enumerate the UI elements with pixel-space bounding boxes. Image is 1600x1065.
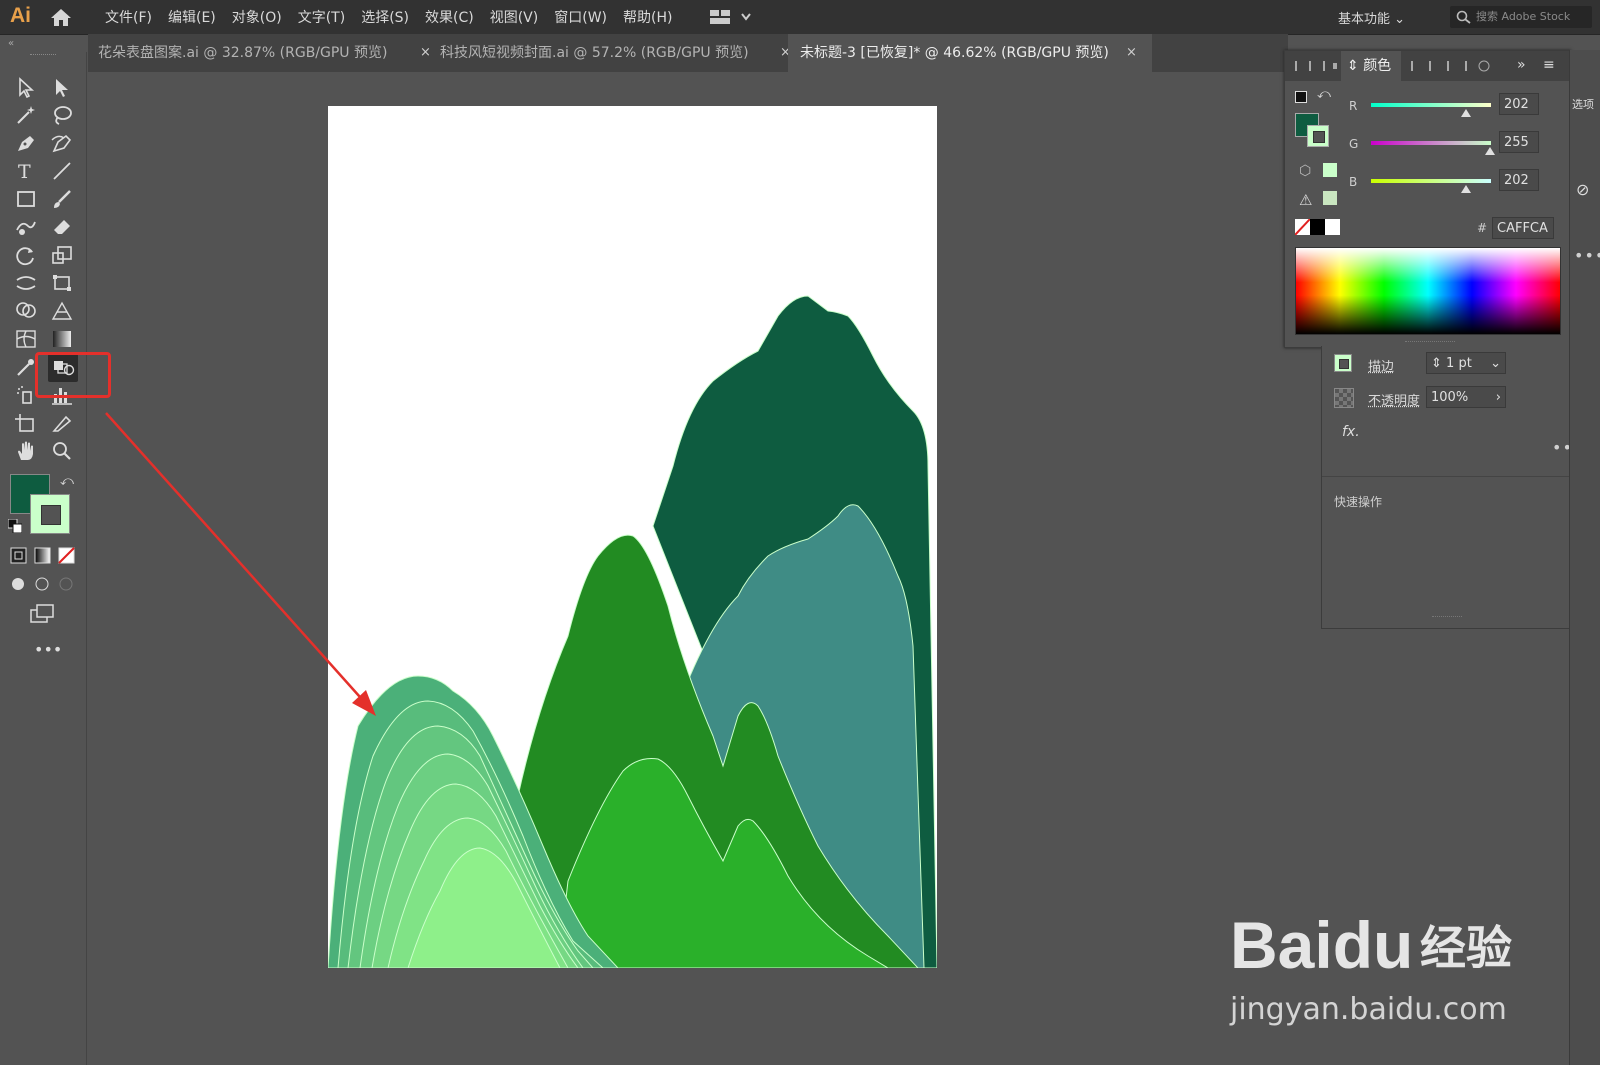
b-label: B bbox=[1349, 175, 1358, 189]
opacity-icon bbox=[1334, 388, 1354, 408]
watermark: Baidu 经验 jingyan.baidu.com bbox=[1230, 888, 1560, 1038]
stepper-icon[interactable]: ⇕ bbox=[1431, 356, 1442, 371]
panel-resize-grip[interactable] bbox=[1432, 616, 1462, 617]
stroke-label[interactable]: 描边 bbox=[1368, 356, 1394, 375]
watermark-url: jingyan.baidu.com bbox=[1230, 992, 1507, 1027]
color-spectrum[interactable] bbox=[1295, 247, 1561, 335]
hex-prefix: # bbox=[1477, 221, 1488, 235]
panel-menu-icon[interactable]: ≡ bbox=[1543, 57, 1555, 73]
none-black-white-swatches[interactable] bbox=[1294, 218, 1341, 236]
default-fill-stroke-icon[interactable] bbox=[1295, 91, 1307, 103]
panel-expand-icon[interactable]: » bbox=[1517, 57, 1526, 73]
g-label: G bbox=[1349, 137, 1359, 151]
panel-stroke-swatch[interactable] bbox=[1307, 125, 1329, 147]
svg-text:Baidu: Baidu bbox=[1230, 908, 1413, 982]
panel-tab-strip: ⇕ 颜色 » ≡ bbox=[1285, 51, 1570, 81]
swap-icon[interactable]: ⤺ bbox=[1317, 87, 1331, 102]
chevron-right-icon[interactable]: › bbox=[1496, 387, 1501, 409]
r-slider-thumb[interactable] bbox=[1461, 109, 1471, 117]
quick-actions-label: 快速操作 bbox=[1334, 495, 1383, 509]
opacity-field[interactable]: 100% › bbox=[1426, 386, 1506, 408]
g-slider-thumb[interactable] bbox=[1485, 147, 1495, 155]
b-slider[interactable] bbox=[1371, 179, 1491, 183]
more-icon[interactable]: ••• bbox=[1574, 246, 1600, 265]
color-panel: ⇕ 颜色 » ≡ ⤺ ⬡ ⚠ R 202 G 255 B 202 # CAFFC… bbox=[1284, 50, 1571, 348]
options-button[interactable]: 选项 bbox=[1572, 96, 1594, 112]
fx-icon[interactable]: fx. bbox=[1342, 424, 1360, 440]
chevron-icon: ⇕ bbox=[1347, 58, 1359, 74]
b-value-input[interactable]: 202 bbox=[1499, 169, 1539, 191]
b-slider-thumb[interactable] bbox=[1461, 185, 1471, 193]
link-broken-icon[interactable]: ⊘ bbox=[1576, 180, 1589, 199]
r-label: R bbox=[1349, 99, 1358, 113]
g-value-input[interactable]: 255 bbox=[1499, 131, 1539, 153]
other-panel-tabs[interactable] bbox=[1409, 59, 1499, 73]
hex-value-input[interactable]: CAFFCA bbox=[1492, 217, 1554, 239]
r-slider[interactable] bbox=[1371, 103, 1491, 107]
tab-color[interactable]: ⇕ 颜色 bbox=[1341, 51, 1401, 81]
stroke-weight-field[interactable]: ⇕ 1 pt ⌄ bbox=[1426, 352, 1506, 374]
collapsed-tabs-icon[interactable] bbox=[1293, 59, 1339, 73]
chevron-down-icon[interactable]: ⌄ bbox=[1490, 353, 1501, 375]
r-value-input[interactable]: 202 bbox=[1499, 93, 1539, 115]
opacity-label[interactable]: 不透明度 bbox=[1368, 390, 1420, 409]
right-panel-strip: 选项 ⊘ ••• bbox=[1569, 50, 1600, 1065]
stroke-color-swatch[interactable] bbox=[1334, 354, 1352, 372]
out-of-web-gamut-icon[interactable]: ⬡ bbox=[1299, 163, 1311, 179]
g-slider[interactable] bbox=[1371, 141, 1491, 145]
baidu-logo: Baidu bbox=[1230, 908, 1413, 982]
web-safe-swatch[interactable] bbox=[1323, 163, 1337, 177]
gamut-swatch[interactable] bbox=[1323, 191, 1337, 205]
watermark-jingyan: 经验 bbox=[1420, 921, 1512, 975]
panel-resize-grip[interactable] bbox=[1405, 341, 1455, 342]
appearance-properties: 描边 ⇕ 1 pt ⌄ 不透明度 100% › fx. ••• 快速操作 bbox=[1321, 346, 1582, 629]
warning-icon[interactable]: ⚠ bbox=[1299, 191, 1312, 209]
